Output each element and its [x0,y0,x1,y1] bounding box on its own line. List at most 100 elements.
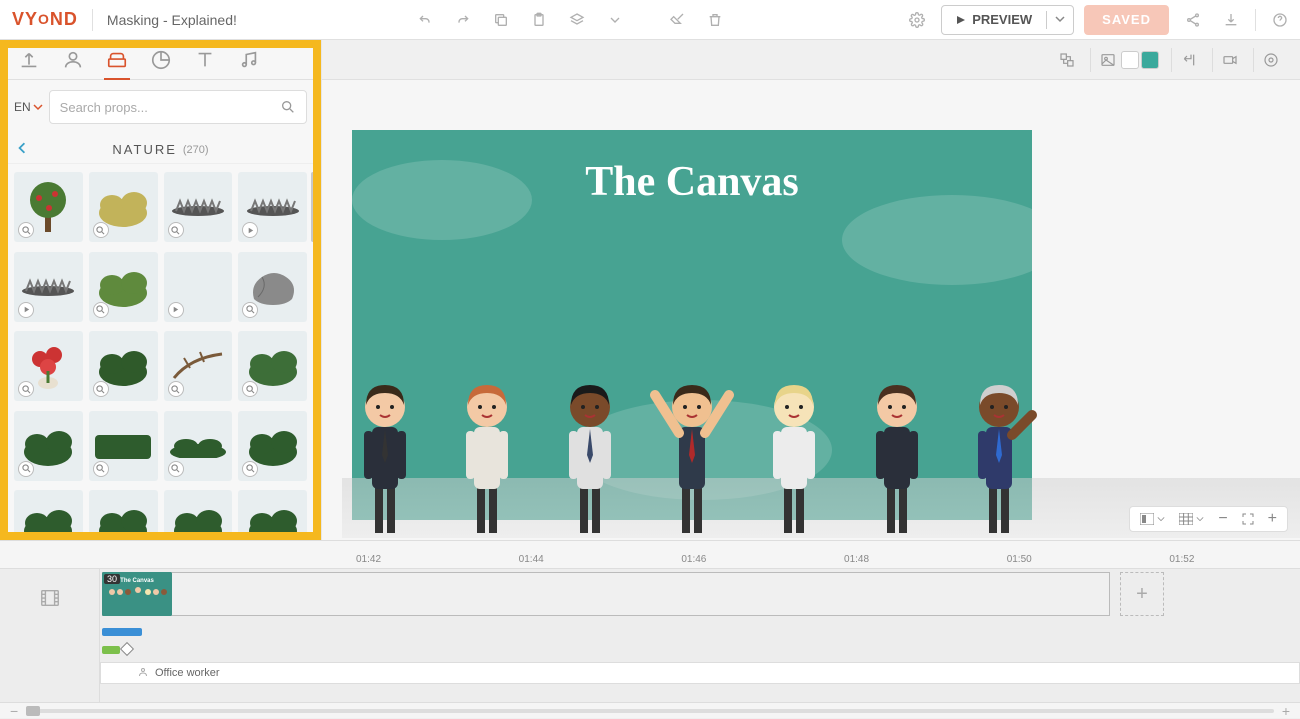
stage[interactable]: The Canvas [352,130,1032,520]
character[interactable] [547,355,633,545]
zoom-icon[interactable] [242,381,258,397]
asset-panel: EN NATURE (270) [0,40,322,540]
zoom-icon[interactable] [18,222,34,238]
character[interactable] [444,355,530,545]
props-grid [0,164,321,564]
play-icon[interactable] [18,302,34,318]
camera-icon[interactable] [1219,49,1241,71]
language-selector[interactable]: EN [14,100,43,114]
prop-trap-1[interactable] [164,172,233,242]
download-icon[interactable] [1217,6,1245,34]
canvas-area: The Canvas − + [322,40,1300,540]
prop-shrub-2[interactable] [238,411,307,481]
ruler-tick: 01:42 [356,554,435,565]
chevron-down-icon[interactable] [601,6,629,34]
enter-icon[interactable] [1178,49,1200,71]
prop-bush-berries[interactable] [89,252,158,322]
share-icon[interactable] [1179,6,1207,34]
top-bar: VYOND Masking - Explained! PREVIEW SAVED [0,0,1300,40]
paste-icon[interactable] [525,6,553,34]
prop-tab-icon[interactable] [106,49,128,71]
zoom-icon[interactable] [168,381,184,397]
preview-caret-icon[interactable] [1046,11,1073,29]
audio-tab-icon[interactable] [238,49,260,71]
zoom-icon[interactable] [93,381,109,397]
person-icon [137,666,149,681]
prop-bush-small[interactable] [238,331,307,401]
character[interactable] [854,355,940,545]
prop-bouquet[interactable] [14,331,83,401]
timeline-left [0,569,100,702]
chart-tab-icon[interactable] [150,49,172,71]
prop-hedge[interactable] [89,411,158,481]
zoom-out-button[interactable]: − [1214,510,1231,528]
prop-bush-dark[interactable] [89,331,158,401]
zoom-icon[interactable] [242,461,258,477]
zoom-icon[interactable] [93,302,109,318]
prop-shrub-1[interactable] [14,411,83,481]
scene-thumbnail[interactable]: 30 The Canvas [102,572,172,616]
character[interactable] [956,355,1042,545]
zoom-icon[interactable] [93,222,109,238]
zoom-icon[interactable] [242,302,258,318]
play-icon[interactable] [242,222,258,238]
eraser-icon[interactable] [663,6,691,34]
character[interactable] [649,355,735,545]
zoom-icon[interactable] [168,222,184,238]
text-tab-icon[interactable] [194,49,216,71]
category-count: (270) [183,144,209,156]
zoom-slider[interactable] [26,709,1274,713]
redo-icon[interactable] [449,6,477,34]
help-icon[interactable] [1266,6,1294,34]
replace-icon[interactable] [1056,49,1078,71]
trash-icon[interactable] [701,6,729,34]
undo-icon[interactable] [411,6,439,34]
image-icon[interactable] [1097,49,1119,71]
preview-button[interactable]: PREVIEW [941,5,1074,35]
ruler-tick: 01:46 [681,554,760,565]
zoom-icon[interactable] [18,381,34,397]
prop-branch[interactable] [164,331,233,401]
prop-bush-yellow[interactable] [89,172,158,242]
zoom-icon[interactable] [168,461,184,477]
zoom-in-button[interactable]: + [1264,510,1281,528]
zoom-in-icon[interactable]: + [1282,703,1290,719]
view-mode-button[interactable] [1136,513,1169,525]
color-swatch-teal[interactable] [1141,51,1159,69]
copy-icon[interactable] [487,6,515,34]
timeline-track-blue[interactable] [100,628,1300,640]
layers-icon[interactable] [563,6,591,34]
search-props-input[interactable] [49,90,307,124]
prop-trap-2[interactable] [238,172,307,242]
scene-track[interactable] [102,572,1110,616]
add-scene-button[interactable]: + [1120,572,1164,616]
fit-button[interactable] [1238,513,1258,525]
zoom-out-icon[interactable]: − [10,703,18,719]
prop-shrub-low[interactable] [164,411,233,481]
ruler-tick: 01:52 [1169,554,1248,565]
zoom-icon[interactable] [18,461,34,477]
prop-rock[interactable] [238,252,307,322]
ruler-tick: 01:50 [1007,554,1086,565]
asset-tabs [0,40,321,80]
prop-sparkles[interactable] [164,252,233,322]
settings-icon[interactable] [903,6,931,34]
play-icon[interactable] [168,302,184,318]
color-swatch-white[interactable] [1121,51,1139,69]
scene-settings-icon[interactable] [1260,49,1282,71]
saved-button: SAVED [1084,5,1169,35]
upload-tab-icon[interactable] [18,49,40,71]
character-tab-icon[interactable] [62,49,84,71]
prop-trap-3[interactable] [14,252,83,322]
zoom-icon[interactable] [93,461,109,477]
category-back-icon[interactable] [16,141,28,159]
grid-button[interactable] [1175,513,1208,525]
filmstrip-icon[interactable] [39,587,61,609]
timeline-audio-track[interactable]: Office worker [100,662,1300,684]
timeline-body[interactable]: 30 The Canvas + Office worker [100,569,1300,702]
prop-tree[interactable] [14,172,83,242]
top-right-tools: PREVIEW SAVED [903,5,1294,35]
category-title: NATURE [112,142,176,157]
character[interactable] [751,355,837,545]
character[interactable] [342,355,428,545]
